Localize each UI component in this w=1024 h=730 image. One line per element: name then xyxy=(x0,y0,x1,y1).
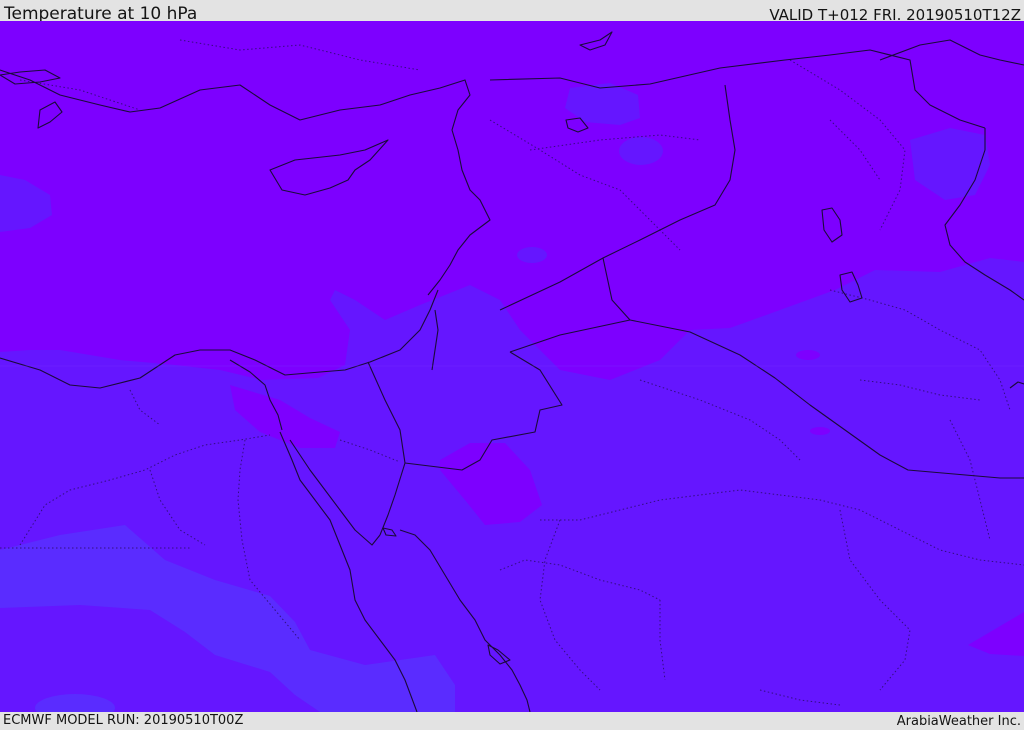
map-svg xyxy=(0,21,1024,712)
temperature-spot-warm-2 xyxy=(810,427,830,435)
temperature-spot-warm-1 xyxy=(796,350,820,360)
model-run-label: ECMWF MODEL RUN: 20190510T00Z xyxy=(3,713,244,728)
header-bar: Temperature at 10 hPa VALID T+012 FRI. 2… xyxy=(0,0,1024,24)
credit-label: ArabiaWeather Inc. xyxy=(896,714,1021,729)
temperature-patch-cool-north-3 xyxy=(517,247,547,263)
map-canvas[interactable] xyxy=(0,21,1024,712)
temperature-patch-cool-north-2 xyxy=(619,137,663,165)
footer-bar: ECMWF MODEL RUN: 20190510T00Z ArabiaWeat… xyxy=(0,712,1024,729)
